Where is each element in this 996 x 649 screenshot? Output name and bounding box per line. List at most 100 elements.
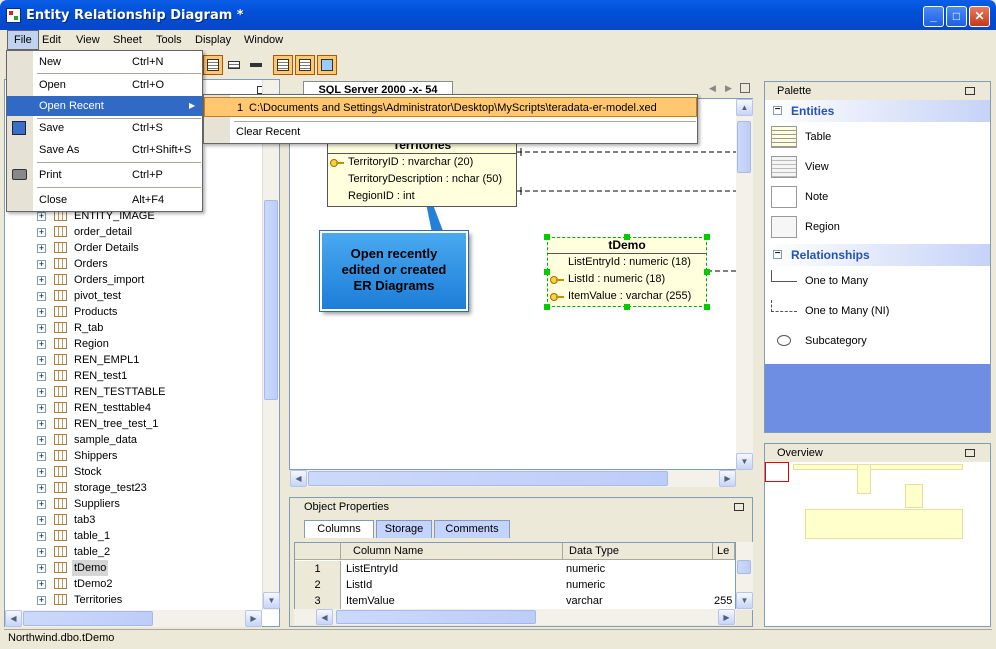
region-icon — [771, 216, 797, 238]
callout-tooltip: Open recently edited or created ER Diagr… — [319, 230, 469, 312]
data-type-cell[interactable]: numeric — [563, 561, 713, 577]
length-cell[interactable] — [711, 577, 735, 593]
scroll-right-icon[interactable]: ▶ — [719, 470, 736, 487]
restore-panel-icon[interactable] — [965, 449, 975, 457]
palette-empty-area — [765, 364, 990, 432]
columns-grid[interactable]: Column Name Data Type Le 1 ListEntryId num… — [294, 542, 736, 610]
tab-columns[interactable]: Columns — [304, 520, 374, 538]
grid-scroll-thumb[interactable] — [737, 560, 751, 574]
length-header[interactable]: Le — [713, 543, 735, 560]
entity-row: RegionID : int — [348, 190, 415, 202]
restore-panel-icon[interactable] — [965, 87, 975, 95]
grid-vertical-scrollbar[interactable]: ▼ — [736, 542, 753, 610]
menu-item-close[interactable]: Close Alt+F4 — [7, 190, 202, 210]
row-number: 1 — [295, 561, 341, 577]
selection-handle[interactable] — [624, 304, 630, 310]
selection-handle[interactable] — [704, 234, 710, 240]
canvas-hscroll-thumb[interactable] — [308, 471, 668, 486]
overview-viewport[interactable] — [765, 462, 789, 482]
entity-row: TerritoryDescription : nchar (50) — [348, 173, 503, 185]
selection-handle[interactable] — [704, 304, 710, 310]
table-row[interactable]: 2 ListId numeric — [295, 577, 735, 593]
data-type-header[interactable]: Data Type — [563, 543, 713, 560]
menu-item-save-as[interactable]: Save As Ctrl+Shift+S — [7, 140, 202, 160]
overview-panel: Overview — [764, 443, 991, 627]
scroll-up-icon[interactable]: ▲ — [736, 99, 753, 116]
tab-storage[interactable]: Storage — [376, 520, 432, 538]
palette-item-one-to-many-ni[interactable]: One to Many (NI) — [765, 296, 990, 326]
table-row[interactable]: 3 ItemValue varchar 255 — [295, 593, 735, 609]
tab-comments[interactable]: Comments — [434, 520, 510, 538]
scroll-right-icon[interactable]: ▶ — [718, 609, 735, 625]
palette-item-view[interactable]: View — [765, 152, 990, 182]
overview-title: Overview — [765, 444, 990, 462]
menu-item-new[interactable]: New Ctrl+N — [7, 52, 202, 72]
selection-handle[interactable] — [544, 269, 550, 275]
entity-row: ListId : numeric (18) — [548, 271, 706, 288]
status-bar: Northwind.dbo.tDemo — [4, 629, 992, 647]
column-name-cell[interactable]: ListId — [343, 577, 563, 593]
row-number: 2 — [295, 577, 341, 593]
selection-handle[interactable] — [544, 234, 550, 240]
canvas-vertical-scrollbar[interactable]: ▲ ▼ — [736, 99, 753, 470]
data-type-cell[interactable]: varchar — [563, 593, 713, 609]
menu-item-open-recent[interactable]: Open Recent ▶ — [7, 96, 202, 116]
palette-item-region[interactable]: Region — [765, 212, 990, 242]
palette-item-subcategory[interactable]: Subcategory — [765, 326, 990, 356]
canvas-horizontal-scrollbar[interactable]: ◀ ▶ — [290, 470, 736, 487]
restore-panel-icon[interactable] — [734, 503, 744, 511]
submenu-arrow-icon: ▶ — [189, 101, 196, 110]
menu-item-save[interactable]: Save Ctrl+S — [7, 118, 202, 138]
menu-item-print[interactable]: Print Ctrl+P — [7, 165, 202, 185]
palette-item-table[interactable]: Table — [765, 122, 990, 152]
save-icon — [12, 121, 26, 135]
table-row[interactable]: 1 ListEntryId numeric — [295, 561, 735, 577]
collapse-icon[interactable]: − — [773, 249, 782, 259]
menu-item-open[interactable]: Open Ctrl+O — [7, 75, 202, 95]
column-name-cell[interactable]: ListEntryId — [343, 561, 563, 577]
grid-horizontal-scrollbar[interactable]: ◀ ▶ — [294, 609, 736, 625]
recent-file-item[interactable]: 1 C:\Documents and Settings\Administrato… — [204, 97, 697, 117]
canvas-scroll-thumb[interactable] — [737, 121, 751, 173]
object-properties-panel: Object Properties Columns Storage Commen… — [289, 497, 753, 627]
entity-title: tDemo — [548, 238, 706, 254]
entity-row: ListEntryId : numeric (18) — [568, 256, 691, 268]
palette-entities-header[interactable]: − Entities — [765, 100, 990, 122]
one-to-many-ni-icon — [771, 300, 797, 312]
length-cell[interactable]: 255 — [711, 593, 735, 609]
primary-key-icon — [550, 276, 564, 284]
overview-shape — [793, 464, 963, 470]
overview-shape — [805, 509, 963, 539]
palette-item-note[interactable]: Note — [765, 182, 990, 212]
entity-territories[interactable]: Territories TerritoryID : nvarchar (20) … — [327, 137, 517, 207]
selection-handle[interactable] — [704, 269, 710, 275]
length-cell[interactable] — [711, 561, 735, 577]
row-number-header — [295, 543, 341, 560]
scroll-down-icon[interactable]: ▼ — [736, 592, 753, 609]
scroll-down-icon[interactable]: ▼ — [736, 453, 753, 470]
scroll-left-icon[interactable]: ◀ — [316, 609, 333, 625]
grid-hscroll-thumb[interactable] — [336, 610, 536, 624]
selection-handle[interactable] — [624, 234, 630, 240]
entity-row: ItemValue : varchar (255) — [548, 288, 706, 305]
collapse-icon[interactable]: − — [773, 105, 782, 115]
palette-relationships-header[interactable]: − Relationships — [765, 244, 990, 266]
primary-key-icon — [550, 293, 564, 301]
column-name-cell[interactable]: ItemValue — [343, 593, 563, 609]
primary-key-icon — [330, 159, 344, 167]
column-name-header[interactable]: Column Name — [341, 543, 563, 560]
scroll-left-icon[interactable]: ◀ — [290, 470, 307, 487]
entity-tdemo[interactable]: tDemo ListEntryId : numeric (18) ListId … — [547, 237, 707, 307]
overview-shape — [857, 464, 871, 494]
palette-item-one-to-many[interactable]: One to Many — [765, 266, 990, 296]
panel-title: Object Properties — [290, 498, 752, 516]
one-to-many-icon — [771, 270, 797, 282]
view-icon — [771, 156, 797, 178]
data-type-cell[interactable]: numeric — [563, 577, 713, 593]
clear-recent-item[interactable]: Clear Recent — [204, 122, 697, 142]
palette-panel: Palette − Entities Table View Note Region… — [764, 81, 991, 433]
file-menu-dropdown: New Ctrl+N Open Ctrl+O Open Recent ▶ Save Ct… — [6, 50, 203, 212]
table-icon — [771, 126, 797, 148]
selection-handle[interactable] — [544, 304, 550, 310]
overview-shape — [905, 484, 923, 508]
